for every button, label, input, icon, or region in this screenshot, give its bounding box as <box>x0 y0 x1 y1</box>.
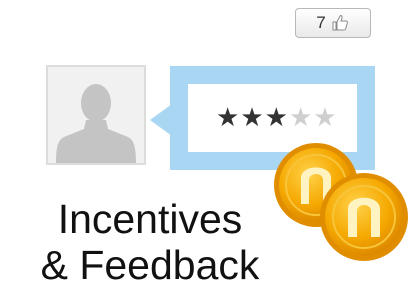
speech-bubble-pointer <box>150 104 172 136</box>
person-silhouette-icon <box>56 84 136 163</box>
star-empty-icon[interactable]: ★ <box>289 103 313 133</box>
thumbs-up-icon <box>330 13 350 33</box>
caption: Incentives & Feedback <box>0 196 300 288</box>
star-filled-icon[interactable]: ★ <box>240 103 264 133</box>
caption-line-1: Incentives <box>57 196 243 242</box>
star-filled-icon[interactable]: ★ <box>265 103 289 133</box>
star-filled-icon[interactable]: ★ <box>216 103 240 133</box>
like-count: 7 <box>316 13 326 32</box>
star-empty-icon[interactable]: ★ <box>313 103 337 133</box>
like-button[interactable]: 7 <box>295 8 371 38</box>
coin-front <box>320 173 408 261</box>
caption-line-2: & Feedback <box>40 242 260 288</box>
avatar <box>46 65 146 165</box>
star-rating[interactable]: ★★★★★ <box>216 105 338 131</box>
